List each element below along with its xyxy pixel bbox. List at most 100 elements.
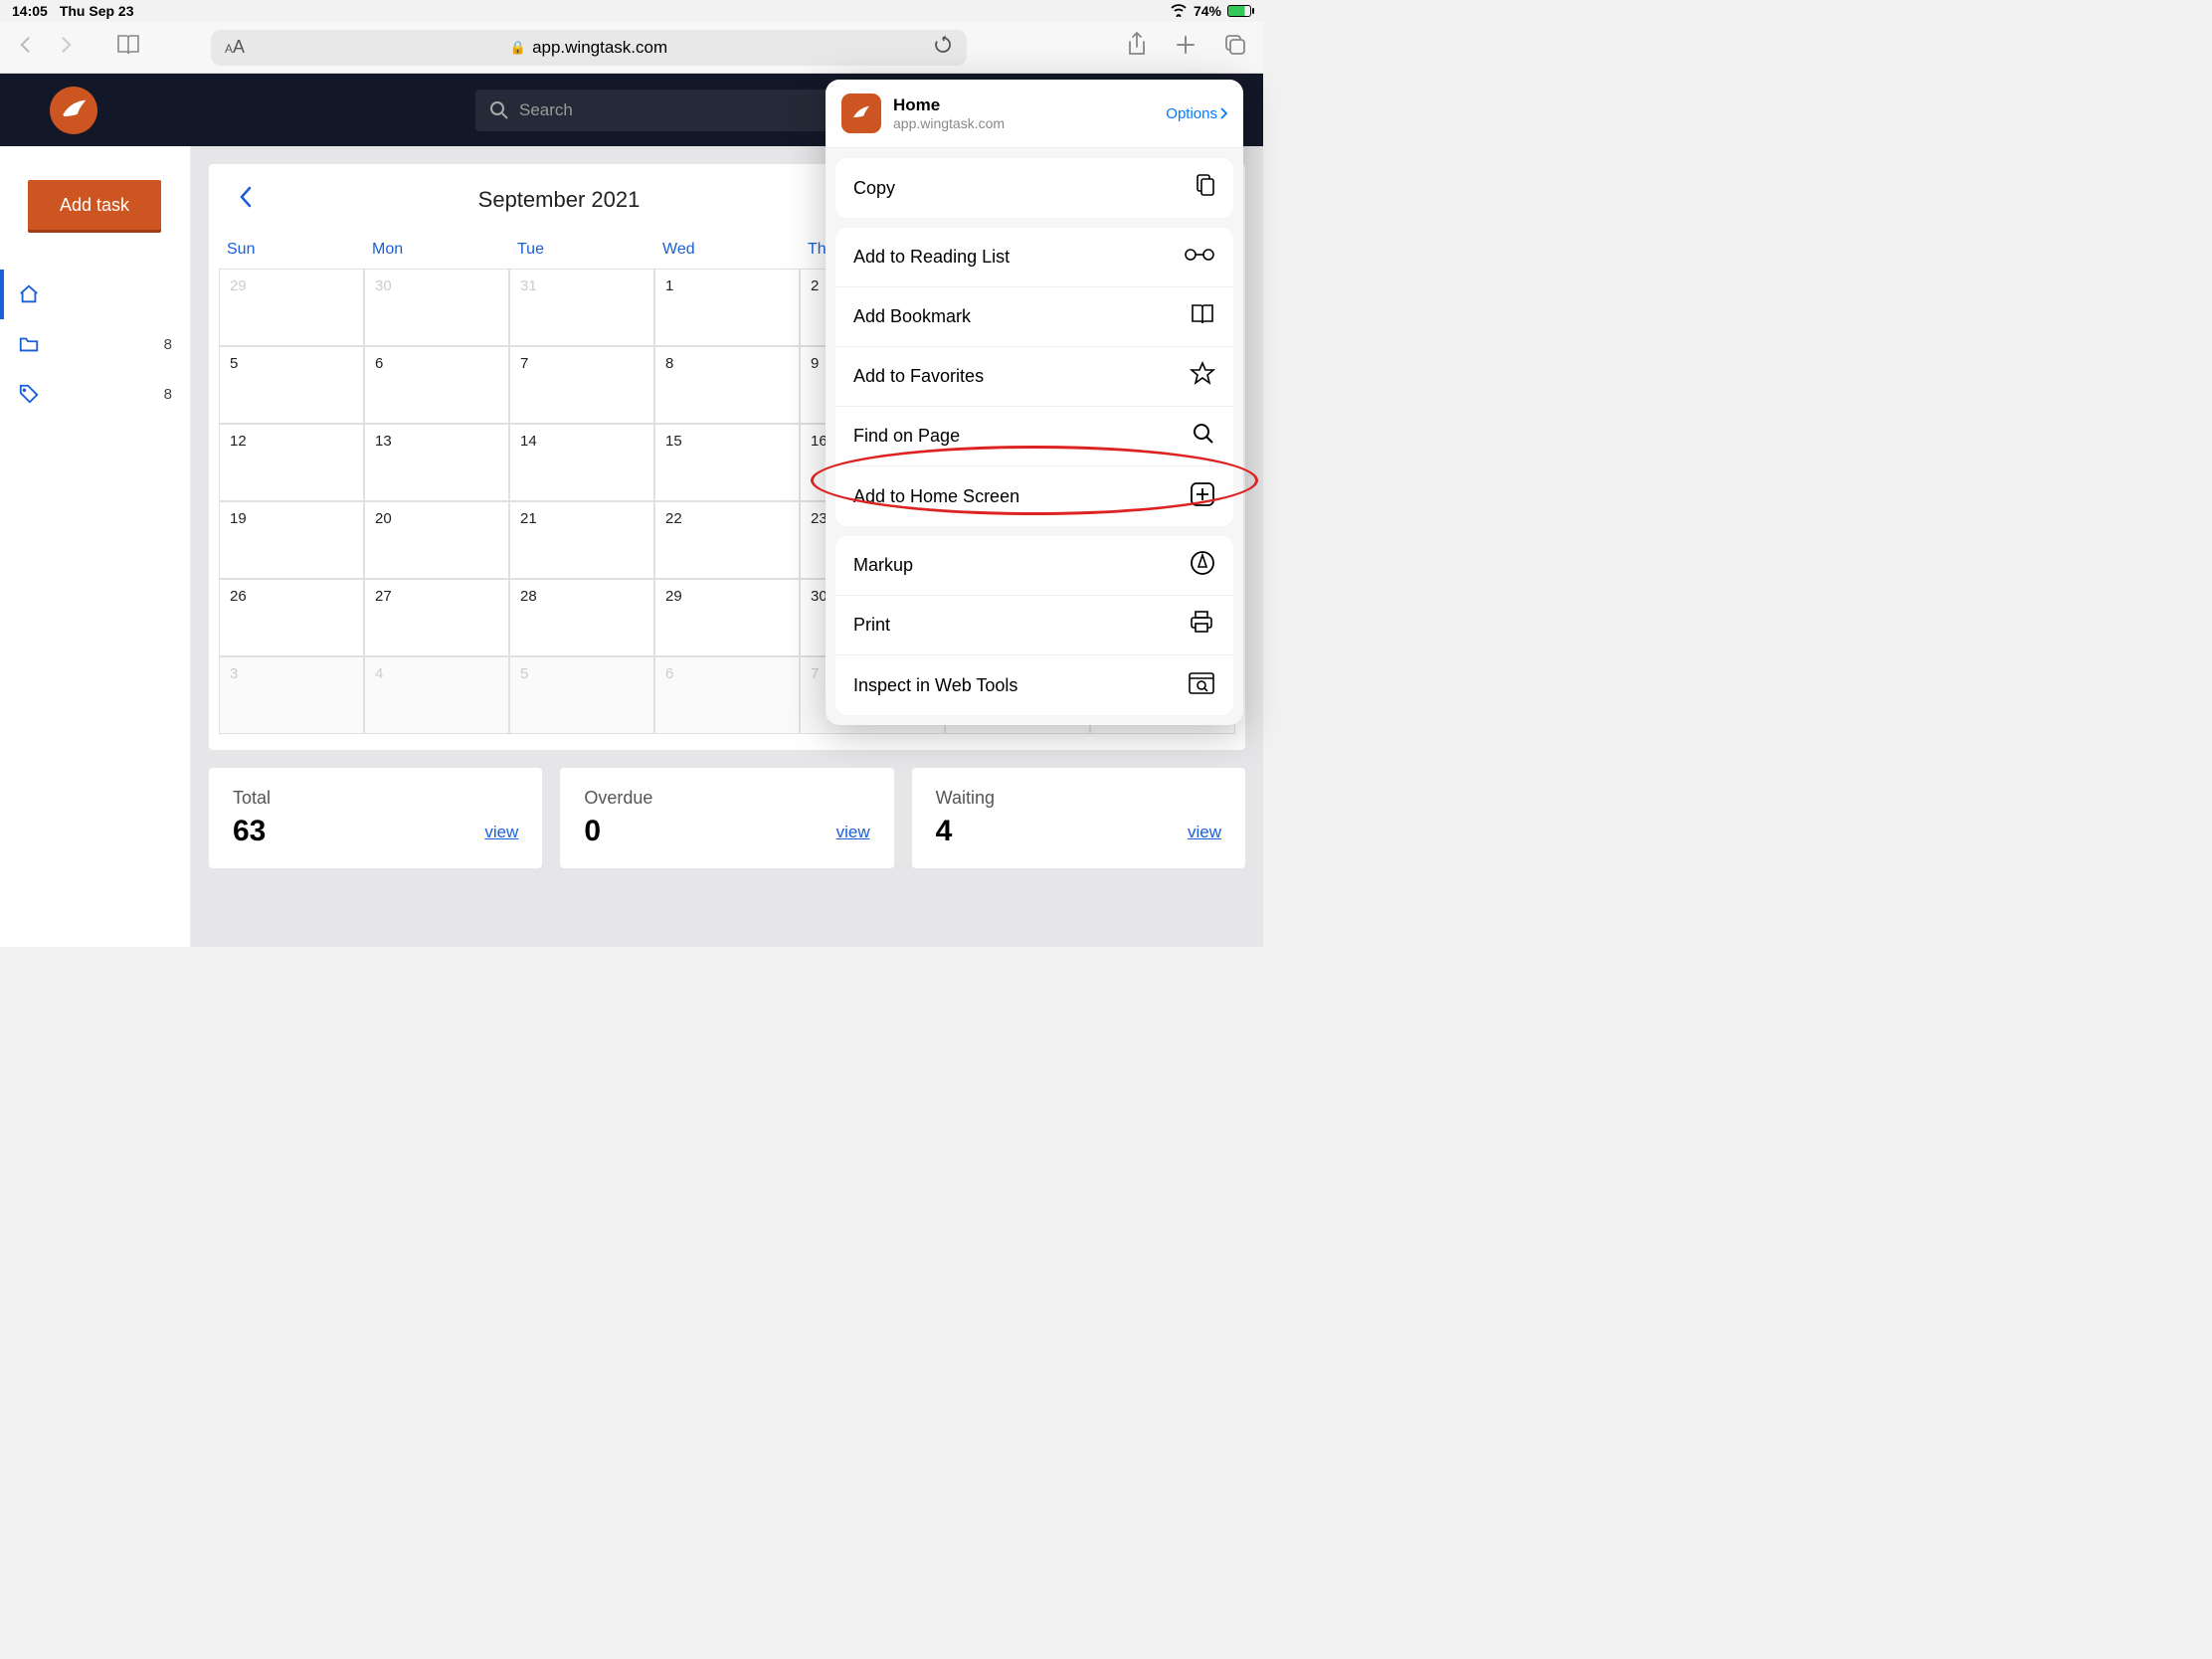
app-logo[interactable]: [50, 87, 97, 134]
stat-label: Total: [233, 788, 518, 809]
share-item-print[interactable]: Print: [835, 596, 1233, 655]
share-item-label: Markup: [853, 555, 913, 576]
new-tab-icon[interactable]: [1174, 33, 1198, 62]
day-header: Mon: [364, 231, 509, 269]
share-item-add-to-reading-list[interactable]: Add to Reading List: [835, 228, 1233, 287]
share-icon[interactable]: [1126, 32, 1148, 63]
stat-value: 4: [936, 815, 1221, 848]
day-cell[interactable]: 6: [654, 656, 800, 734]
day-cell[interactable]: 7: [509, 346, 654, 424]
share-item-add-to-home-screen[interactable]: Add to Home Screen: [835, 466, 1233, 526]
markup-icon: [1190, 550, 1215, 581]
glasses-icon: [1184, 247, 1215, 268]
day-cell[interactable]: 15: [654, 424, 800, 501]
url-text: app.wingtask.com: [532, 38, 667, 58]
day-cell[interactable]: 14: [509, 424, 654, 501]
sidebar-count: 8: [164, 336, 172, 353]
share-item-label: Add to Favorites: [853, 366, 984, 387]
share-item-label: Inspect in Web Tools: [853, 675, 1017, 696]
tabs-icon[interactable]: [1223, 33, 1247, 62]
share-header: Home app.wingtask.com Options: [826, 80, 1243, 148]
sidebar-item-home[interactable]: [0, 270, 190, 319]
share-item-add-bookmark[interactable]: Add Bookmark: [835, 287, 1233, 347]
share-app-icon: [841, 93, 881, 133]
stat-label: Waiting: [936, 788, 1221, 809]
day-header: Sun: [219, 231, 364, 269]
stat-view-link[interactable]: view: [836, 823, 870, 842]
print-icon: [1188, 610, 1215, 641]
day-cell[interactable]: 4: [364, 656, 509, 734]
share-item-copy[interactable]: Copy: [835, 158, 1233, 218]
status-time: 14:05: [12, 3, 48, 19]
day-cell[interactable]: 29: [219, 269, 364, 346]
share-item-label: Add Bookmark: [853, 306, 971, 327]
search-box[interactable]: Search: [475, 90, 833, 131]
battery-icon: [1227, 5, 1251, 17]
day-cell[interactable]: 5: [509, 656, 654, 734]
copy-icon: [1192, 173, 1215, 204]
book-icon: [1190, 302, 1215, 331]
day-cell[interactable]: 13: [364, 424, 509, 501]
share-item-inspect-in-web-tools[interactable]: Inspect in Web Tools: [835, 655, 1233, 715]
share-item-label: Print: [853, 615, 890, 636]
day-cell[interactable]: 26: [219, 579, 364, 656]
stat-value: 63: [233, 815, 518, 848]
status-date: Thu Sep 23: [60, 3, 134, 19]
day-header: Tue: [509, 231, 654, 269]
share-title: Home: [893, 95, 1005, 115]
forward-button[interactable]: [56, 35, 76, 60]
day-cell[interactable]: 1: [654, 269, 800, 346]
stat-label: Overdue: [584, 788, 869, 809]
stat-view-link[interactable]: view: [484, 823, 518, 842]
sidebar-count: 8: [164, 386, 172, 403]
share-item-label: Find on Page: [853, 426, 960, 447]
day-cell[interactable]: 8: [654, 346, 800, 424]
share-item-markup[interactable]: Markup: [835, 536, 1233, 596]
day-cell[interactable]: 22: [654, 501, 800, 579]
share-options-link[interactable]: Options: [1166, 105, 1227, 122]
share-item-add-to-favorites[interactable]: Add to Favorites: [835, 347, 1233, 407]
search-placeholder: Search: [519, 100, 573, 120]
wifi-icon: [1170, 3, 1188, 20]
battery-percent: 74%: [1194, 3, 1221, 19]
sidebar-item-tag[interactable]: 8: [0, 369, 190, 419]
share-item-find-on-page[interactable]: Find on Page: [835, 407, 1233, 466]
day-cell[interactable]: 30: [364, 269, 509, 346]
star-icon: [1190, 361, 1215, 392]
stat-value: 0: [584, 815, 869, 848]
day-cell[interactable]: 5: [219, 346, 364, 424]
browser-toolbar: AA 🔒 app.wingtask.com: [0, 22, 1263, 74]
day-header: Wed: [654, 231, 800, 269]
day-cell[interactable]: 20: [364, 501, 509, 579]
stat-card-overdue: Overdue 0 view: [560, 768, 893, 868]
share-subtitle: app.wingtask.com: [893, 115, 1005, 131]
stat-card-waiting: Waiting 4 view: [912, 768, 1245, 868]
share-item-label: Add to Reading List: [853, 247, 1010, 268]
url-bar[interactable]: AA 🔒 app.wingtask.com: [211, 30, 967, 66]
stats-row: Total 63 view Overdue 0 view Waiting 4 v…: [209, 768, 1245, 868]
stat-view-link[interactable]: view: [1188, 823, 1221, 842]
share-item-label: Copy: [853, 178, 895, 199]
day-cell[interactable]: 21: [509, 501, 654, 579]
lock-icon: 🔒: [510, 40, 526, 56]
text-size-icon[interactable]: AA: [225, 37, 245, 58]
status-bar: 14:05 Thu Sep 23 74%: [0, 0, 1263, 22]
plus-square-icon: [1190, 481, 1215, 512]
day-cell[interactable]: 12: [219, 424, 364, 501]
inspect-icon: [1188, 671, 1215, 700]
sidebar-item-folder[interactable]: 8: [0, 319, 190, 369]
reload-icon[interactable]: [933, 35, 953, 60]
search-icon: [1192, 422, 1215, 451]
day-cell[interactable]: 29: [654, 579, 800, 656]
day-cell[interactable]: 31: [509, 269, 654, 346]
day-cell[interactable]: 19: [219, 501, 364, 579]
share-item-label: Add to Home Screen: [853, 486, 1019, 507]
back-button[interactable]: [16, 35, 36, 60]
bookmarks-icon[interactable]: [115, 33, 141, 62]
day-cell[interactable]: 28: [509, 579, 654, 656]
sidebar: Add task 8 8: [0, 146, 191, 947]
day-cell[interactable]: 27: [364, 579, 509, 656]
share-sheet: Home app.wingtask.com Options Copy Add to…: [826, 80, 1243, 725]
day-cell[interactable]: 3: [219, 656, 364, 734]
day-cell[interactable]: 6: [364, 346, 509, 424]
